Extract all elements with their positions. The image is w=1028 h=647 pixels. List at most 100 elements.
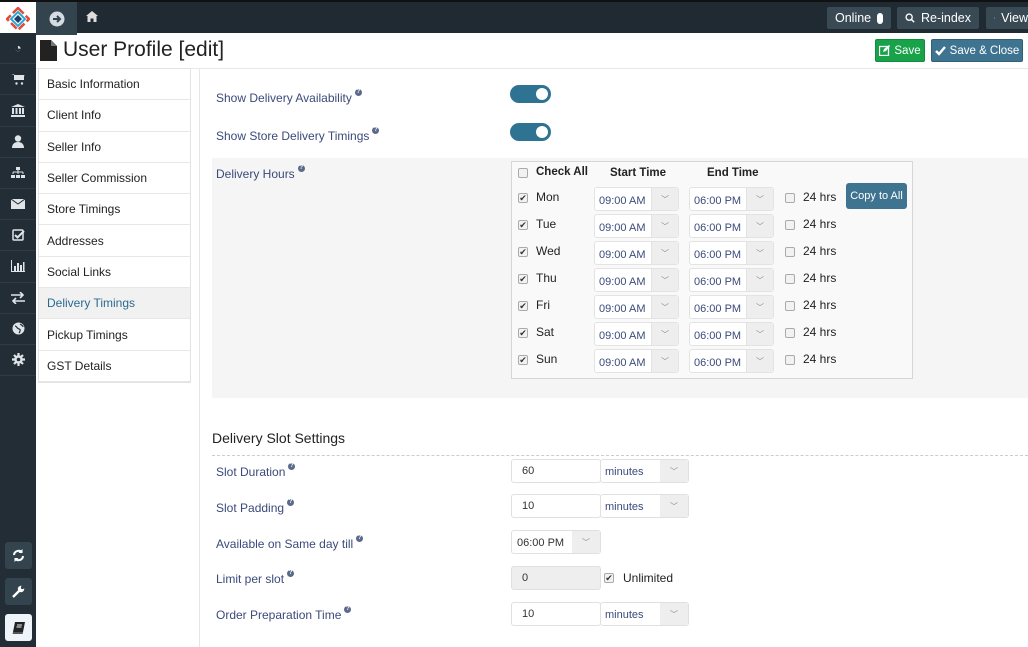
- sitemap-icon: [11, 166, 25, 178]
- 24hrs-checkbox[interactable]: [785, 328, 795, 338]
- tab-seller-info[interactable]: Seller Info: [39, 132, 190, 163]
- tab-gst-details[interactable]: GST Details: [39, 351, 190, 382]
- day-enabled-checkbox[interactable]: ✔: [518, 247, 528, 257]
- online-toggle-button[interactable]: Online: [827, 7, 891, 29]
- day-enabled-checkbox[interactable]: ✔: [518, 274, 528, 284]
- chevron-down-icon: ﹀: [651, 188, 678, 210]
- tab-addresses[interactable]: Addresses: [39, 225, 190, 257]
- day-enabled-checkbox[interactable]: ✔: [518, 220, 528, 230]
- sidebar-toggle-button[interactable]: [36, 2, 77, 35]
- help-icon[interactable]: ?: [354, 89, 362, 96]
- time-value: 06:00 PM: [517, 537, 565, 549]
- chevron-down-icon: ﹀: [746, 269, 773, 291]
- start-time-select[interactable]: 09:00 AM ﹀: [594, 187, 679, 211]
- slot-padding-unit-select[interactable]: minutes ﹀: [600, 494, 689, 518]
- start-time-select[interactable]: 09:00 AM ﹀: [594, 295, 679, 319]
- end-time-select[interactable]: 06:00 PM ﹀: [689, 295, 774, 319]
- refresh-button[interactable]: [5, 542, 32, 569]
- 24hrs-checkbox[interactable]: [785, 220, 795, 230]
- app-logo[interactable]: [0, 2, 36, 35]
- start-time-select[interactable]: 09:00 AM ﹀: [594, 322, 679, 346]
- 24hrs-checkbox[interactable]: [785, 247, 795, 257]
- day-label: Mon: [536, 190, 560, 204]
- tab-social-links[interactable]: Social Links: [39, 257, 190, 289]
- help-icon[interactable]: ?: [372, 127, 380, 134]
- tab-store-timings[interactable]: Store Timings: [39, 194, 190, 226]
- chevron-down-icon: ﹀: [651, 269, 678, 291]
- nav-dashboard[interactable]: ◔: [0, 33, 36, 65]
- tools-button[interactable]: [5, 578, 32, 605]
- start-time-select[interactable]: 09:00 AM ﹀: [594, 214, 679, 238]
- check-all-checkbox[interactable]: [518, 168, 528, 178]
- start-time-value: 09:00 AM: [599, 275, 646, 288]
- end-time-select[interactable]: 06:00 PM ﹀: [689, 349, 774, 373]
- tab-pickup-timings[interactable]: Pickup Timings: [39, 319, 190, 351]
- order-prep-time-unit-select[interactable]: minutes ﹀: [600, 602, 689, 626]
- view-button[interactable]: View: [986, 7, 1028, 29]
- nav-cart[interactable]: [0, 64, 36, 96]
- help-icon[interactable]: ?: [288, 463, 296, 470]
- help-icon[interactable]: ?: [287, 570, 295, 577]
- chevron-down-icon: ﹀: [572, 531, 600, 553]
- help-icon[interactable]: ?: [356, 535, 364, 542]
- same-day-till-select[interactable]: 06:00 PM ﹀: [511, 530, 601, 554]
- help-icon[interactable]: ?: [287, 499, 295, 506]
- save-close-button[interactable]: Save & Close: [931, 39, 1023, 62]
- end-time-value: 06:00 PM: [694, 194, 742, 207]
- tab-basic-information[interactable]: Basic Information: [39, 69, 190, 101]
- 24hrs-checkbox[interactable]: [785, 193, 795, 203]
- nav-user[interactable]: [0, 127, 36, 158]
- tab-client-info[interactable]: Client Info: [39, 100, 190, 132]
- end-time-select[interactable]: 06:00 PM ﹀: [689, 322, 774, 346]
- save-button[interactable]: Save: [875, 39, 925, 62]
- unlimited-checkbox[interactable]: ✔: [604, 573, 614, 583]
- end-time-select[interactable]: 06:00 PM ﹀: [689, 241, 774, 265]
- tab-delivery-timings[interactable]: Delivery Timings: [39, 288, 190, 320]
- day-enabled-checkbox[interactable]: ✔: [518, 193, 528, 203]
- profile-tabs: Basic Information Client Info Seller Info S…: [38, 68, 191, 383]
- start-time-select[interactable]: 09:00 AM ﹀: [594, 268, 679, 292]
- dashboard-icon: ◔: [14, 41, 22, 56]
- show-store-delivery-timings-toggle[interactable]: [510, 123, 551, 141]
- day-enabled-checkbox[interactable]: ✔: [518, 301, 528, 311]
- day-label: Sun: [536, 352, 558, 366]
- nav-reports[interactable]: [0, 251, 36, 283]
- label-text: Slot Duration: [216, 465, 286, 479]
- 24hrs-checkbox[interactable]: [785, 355, 795, 365]
- nav-tasks[interactable]: [0, 220, 36, 252]
- home-icon[interactable]: [86, 10, 98, 25]
- end-time-select[interactable]: 06:00 PM ﹀: [689, 187, 774, 211]
- docs-button[interactable]: [5, 614, 32, 641]
- day-enabled-checkbox[interactable]: ✔: [518, 328, 528, 338]
- end-time-select[interactable]: 06:00 PM ﹀: [689, 214, 774, 238]
- nav-bank[interactable]: [0, 95, 36, 127]
- help-icon[interactable]: ?: [344, 606, 352, 613]
- slot-padding-input[interactable]: 10: [511, 494, 601, 518]
- nav-settings[interactable]: [0, 345, 36, 377]
- search-icon: [905, 13, 915, 23]
- copy-to-all-button[interactable]: Copy to All: [846, 183, 907, 209]
- slot-padding-label: Slot Padding?: [216, 499, 295, 515]
- nav-transfers[interactable]: [0, 283, 36, 314]
- show-delivery-availability-toggle[interactable]: [510, 85, 551, 103]
- 24hrs-checkbox[interactable]: [785, 274, 795, 284]
- start-time-select[interactable]: 09:00 AM ﹀: [594, 349, 679, 373]
- nav-sitemap[interactable]: [0, 158, 36, 189]
- 24hrs-checkbox[interactable]: [785, 301, 795, 311]
- limit-per-slot-input[interactable]: 0: [511, 566, 601, 590]
- nav-mail[interactable]: [0, 189, 36, 221]
- end-time-select[interactable]: 06:00 PM ﹀: [689, 268, 774, 292]
- slot-duration-input[interactable]: 60: [511, 459, 601, 483]
- show-delivery-availability-label: Show Delivery Availability?: [216, 89, 362, 105]
- nav-globe[interactable]: [0, 314, 36, 345]
- label-text: Delivery Hours: [216, 167, 295, 181]
- day-enabled-checkbox[interactable]: ✔: [518, 355, 528, 365]
- help-icon[interactable]: ?: [297, 165, 305, 172]
- delivery-day-row: ✔ Tue 09:00 AM ﹀ 06:00 PM ﹀ 24 hrs: [512, 213, 912, 240]
- reindex-button[interactable]: Re-index: [897, 7, 979, 29]
- slot-duration-unit-select[interactable]: minutes ﹀: [600, 459, 689, 483]
- order-prep-time-input[interactable]: 10: [511, 602, 601, 626]
- user-icon: [12, 135, 24, 149]
- tab-seller-commission[interactable]: Seller Commission: [39, 163, 190, 195]
- start-time-select[interactable]: 09:00 AM ﹀: [594, 241, 679, 265]
